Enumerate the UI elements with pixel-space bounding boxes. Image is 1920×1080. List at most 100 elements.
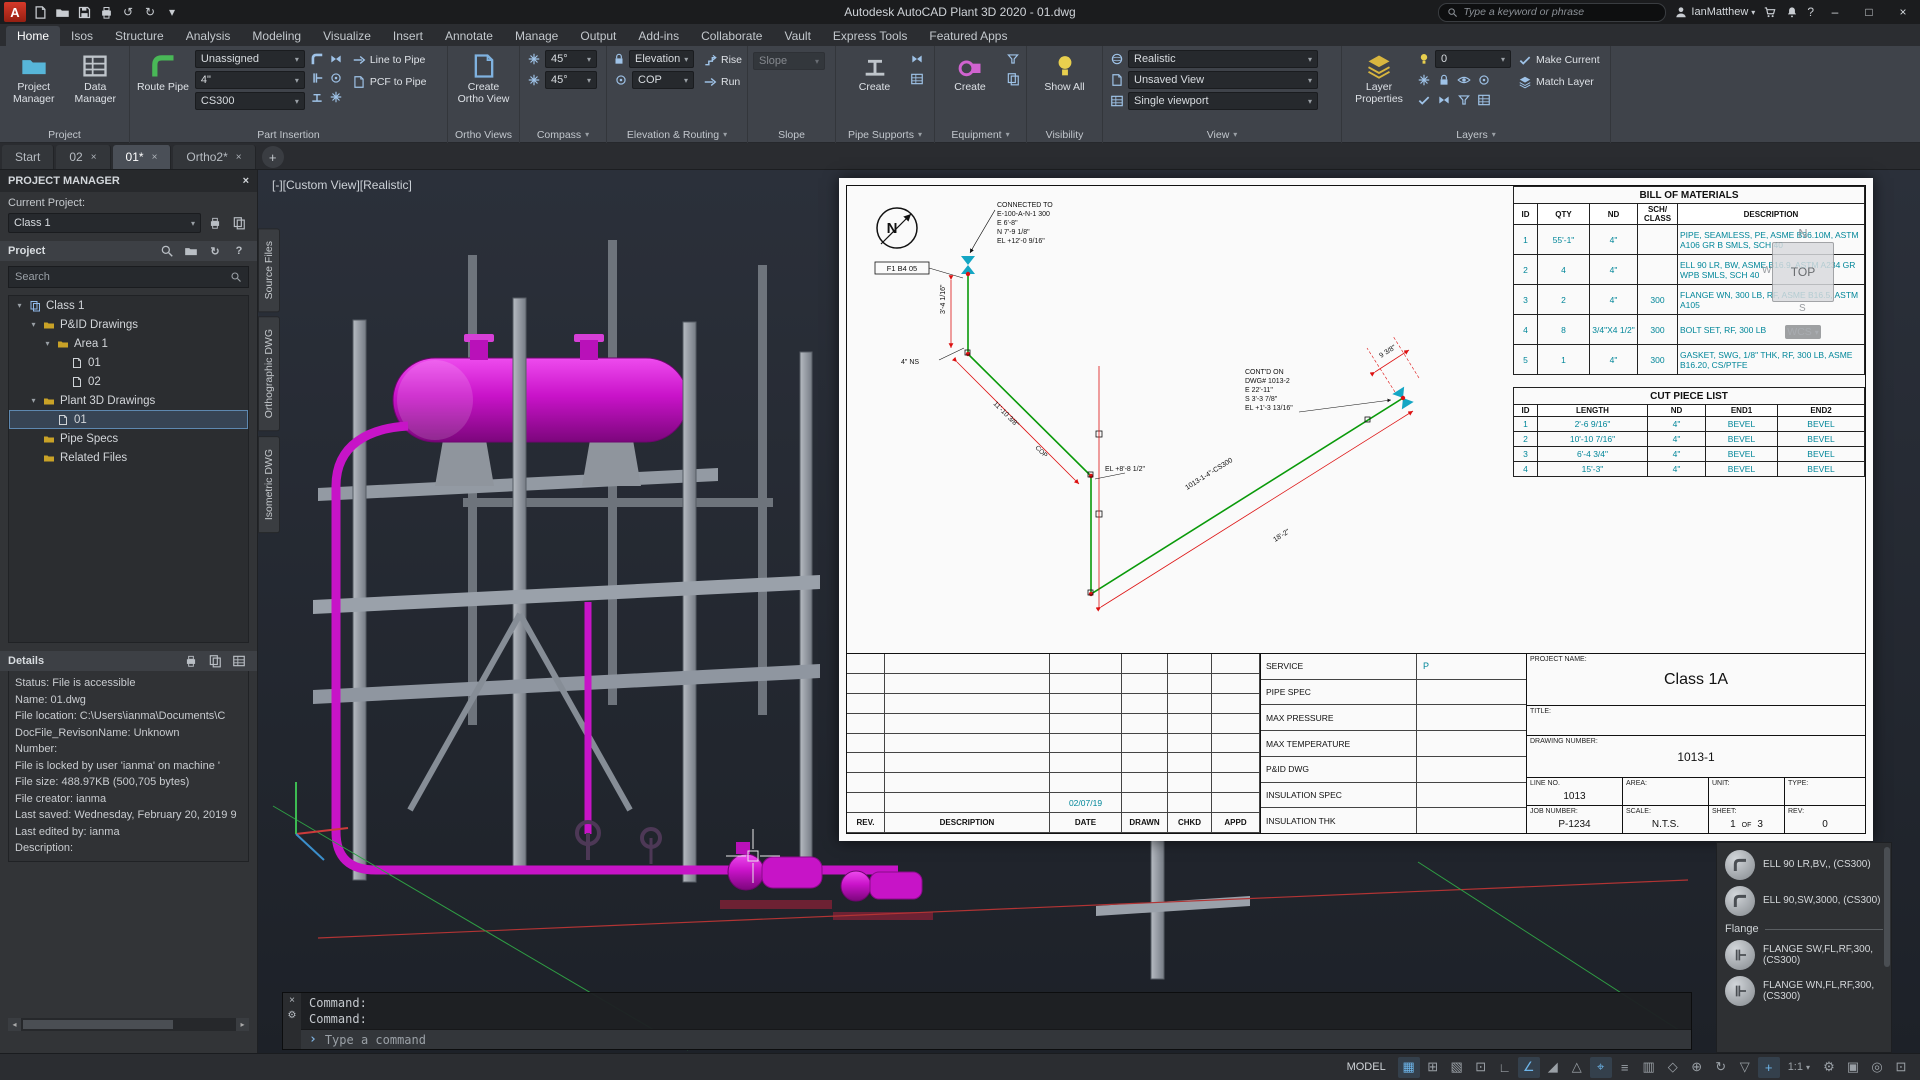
data-manager-button[interactable]: Data Manager <box>67 50 125 105</box>
tree-item-plant3d-01[interactable]: 01 <box>9 410 248 429</box>
visual-style-icon[interactable] <box>1108 51 1125 68</box>
panel-label-compass[interactable]: Compass ▾ <box>520 126 606 143</box>
layer-walk-icon[interactable] <box>1475 91 1492 108</box>
workspace-switching-icon[interactable]: ⚙ <box>1818 1057 1840 1078</box>
visual-style-select[interactable]: Realistic ▾ <box>1128 50 1318 68</box>
route-pipe-button[interactable]: Route Pipe <box>135 50 191 94</box>
palette-title-bar[interactable]: PROJECT MANAGER × <box>0 170 257 192</box>
lineweight-icon[interactable]: ≡ <box>1614 1057 1636 1078</box>
ribbon-tab-collaborate[interactable]: Collaborate <box>690 26 773 46</box>
doc-tab-ortho2[interactable]: Ortho2* × <box>173 145 256 169</box>
insert-flange-icon[interactable] <box>309 69 326 86</box>
close-tab-icon[interactable]: × <box>152 152 158 163</box>
plot-icon[interactable] <box>96 2 116 22</box>
palette-item-flange-wn[interactable]: FLANGE WN,FL,RF,300, (CS300) <box>1723 973 1885 1009</box>
tree-item-plant3d-drawings[interactable]: ▾ Plant 3D Drawings <box>9 391 248 410</box>
panel-label-equipment[interactable]: Equipment ▾ <box>935 126 1026 143</box>
layer-thaw-icon[interactable] <box>1415 91 1432 108</box>
layer-bulb-icon[interactable] <box>1415 51 1432 68</box>
named-view-select[interactable]: Unsaved View ▾ <box>1128 71 1318 89</box>
transparency-icon[interactable]: ▥ <box>1638 1057 1660 1078</box>
maximize-button[interactable]: □ <box>1856 1 1882 23</box>
layer-lock-icon[interactable] <box>1435 71 1452 88</box>
run-button[interactable]: Run <box>700 72 745 91</box>
palette-item-flange-sw[interactable]: FLANGE SW,FL,RF,300, (CS300) <box>1723 937 1885 973</box>
copy-icon[interactable] <box>229 213 249 233</box>
pcf-to-pipe-button[interactable]: PCF to Pipe <box>349 72 442 91</box>
compass-tilt-icon[interactable] <box>525 72 542 89</box>
palette-close-icon[interactable]: × <box>243 175 249 187</box>
palette-group-flange[interactable]: Flange <box>1723 919 1885 937</box>
layer-off-icon[interactable] <box>1455 71 1472 88</box>
annotation-scale-button[interactable]: 1:1 ▾ <box>1782 1061 1816 1073</box>
ortho-mode-icon[interactable]: ∟ <box>1494 1057 1516 1078</box>
ribbon-tab-visualize[interactable]: Visualize <box>312 26 382 46</box>
model-space-button[interactable]: MODEL <box>1337 1061 1396 1073</box>
layer-on-icon[interactable] <box>1455 91 1472 108</box>
tree-item-pid-02[interactable]: 02 <box>9 372 248 391</box>
tool-palette-scrollbar[interactable] <box>1884 847 1890 967</box>
project-help-icon[interactable]: ? <box>229 241 249 261</box>
close-command-icon[interactable]: × <box>289 995 295 1006</box>
insert-valve-icon[interactable] <box>328 50 345 67</box>
support-option-2-icon[interactable] <box>909 70 926 87</box>
wcs-menu[interactable]: WCS ▾ <box>1785 325 1821 339</box>
details-copy-icon[interactable] <box>205 651 225 671</box>
selection-cycling-icon[interactable]: ◇ <box>1662 1057 1684 1078</box>
tree-item-class1[interactable]: ▾ Class 1 <box>9 296 248 315</box>
tab-source-files[interactable]: Source Files <box>258 228 280 313</box>
panel-label-part-insertion[interactable]: Part Insertion <box>130 126 447 143</box>
ribbon-tab-output[interactable]: Output <box>569 26 627 46</box>
help-icon[interactable]: ? <box>1807 5 1814 19</box>
match-layer-button[interactable]: Match Layer <box>1515 72 1603 91</box>
panel-label-ortho-views[interactable]: Ortho Views <box>448 126 519 143</box>
open-icon[interactable] <box>52 2 72 22</box>
show-all-button[interactable]: Show All <box>1035 50 1095 94</box>
refresh-icon[interactable]: ↻ <box>205 241 225 261</box>
ribbon-tab-vault[interactable]: Vault <box>773 26 821 46</box>
compass-snap-icon[interactable] <box>525 51 542 68</box>
palette-item-ell90-lr[interactable]: ELL 90 LR,BV,, (CS300) <box>1723 847 1885 883</box>
compass-angle-1-select[interactable]: 45° ▾ <box>545 50 597 68</box>
ribbon-tab-annotate[interactable]: Annotate <box>434 26 504 46</box>
app-store-icon[interactable] <box>1763 5 1777 19</box>
pipe-assignment-select[interactable]: Unassigned ▾ <box>194 50 305 68</box>
equipment-filter-icon[interactable] <box>1004 50 1021 67</box>
create-pipe-support-button[interactable]: Create <box>845 50 905 94</box>
insert-support-icon[interactable] <box>309 88 326 105</box>
ribbon-tab-express-tools[interactable]: Express Tools <box>822 26 918 46</box>
elevation-select[interactable]: Elevation ▾ <box>629 50 695 68</box>
project-search-input[interactable]: Search <box>8 266 249 288</box>
command-input[interactable]: › Type a command <box>301 1029 1691 1049</box>
customize-command-icon[interactable]: ⚙ <box>288 1010 297 1021</box>
scroll-right-icon[interactable]: ▸ <box>236 1018 249 1031</box>
ribbon-tab-isos[interactable]: Isos <box>60 26 104 46</box>
tree-item-area1[interactable]: ▾ Area 1 <box>9 334 248 353</box>
slope-select[interactable]: Slope ▾ <box>753 52 825 70</box>
ribbon-tab-analysis[interactable]: Analysis <box>175 26 242 46</box>
tree-item-pipe-specs[interactable]: Pipe Specs <box>9 429 248 448</box>
ribbon-tab-insert[interactable]: Insert <box>382 26 434 46</box>
layer-properties-button[interactable]: Layer Properties <box>1347 50 1411 105</box>
3d-object-snap-icon[interactable]: ⊕ <box>1686 1057 1708 1078</box>
panel-label-elevation-routing[interactable]: Elevation & Routing ▾ <box>607 126 747 143</box>
search-icon[interactable] <box>157 241 177 261</box>
annotation-monitor-icon[interactable]: ▣ <box>1842 1057 1864 1078</box>
rise-button[interactable]: Rise <box>700 50 745 69</box>
autocad-logo[interactable]: A <box>4 2 26 22</box>
minimize-button[interactable]: – <box>1822 1 1848 23</box>
help-search-input[interactable]: Type a keyword or phrase <box>1438 2 1667 22</box>
print-icon[interactable] <box>205 213 225 233</box>
ribbon-tab-featured-apps[interactable]: Featured Apps <box>918 26 1018 46</box>
redo-icon[interactable]: ↻ <box>140 2 160 22</box>
gizmo-icon[interactable]: + <box>1757 1056 1780 1078</box>
grid-display-icon[interactable]: ▦ <box>1397 1056 1420 1078</box>
panel-label-layers[interactable]: Layers ▾ <box>1342 126 1610 143</box>
tree-item-related-files[interactable]: Related Files <box>9 448 248 467</box>
current-project-select[interactable]: Class 1 ▾ <box>8 213 201 233</box>
panel-label-pipe-supports[interactable]: Pipe Supports ▾ <box>836 126 934 143</box>
isometric-drawing-sheet[interactable]: N CONNECTED TO E-100-A-N-1 300 E 6'-8" N… <box>839 178 1873 841</box>
layer-unlock-icon[interactable] <box>1435 91 1452 108</box>
create-equipment-button[interactable]: Create <box>940 50 1000 94</box>
equipment-convert-icon[interactable] <box>1004 70 1021 87</box>
